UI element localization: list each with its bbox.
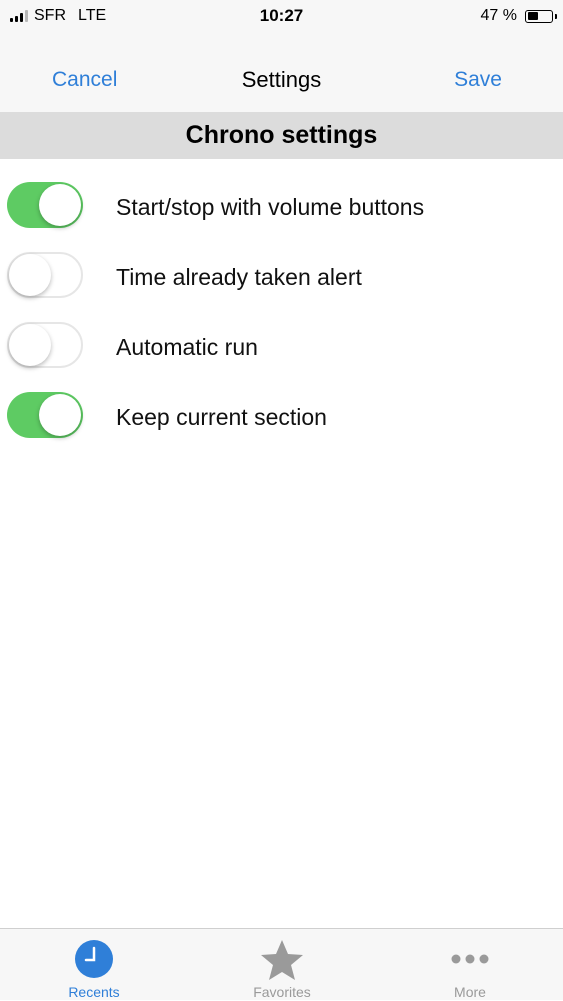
setting-label: Automatic run (116, 334, 258, 360)
toggle-knob (39, 184, 81, 226)
battery-fill (527, 12, 538, 20)
setting-label: Start/stop with volume buttons (116, 194, 425, 220)
clock-icon (75, 940, 113, 978)
setting-label: Keep current section (116, 404, 327, 430)
setting-row-volume-buttons: Start/stop with volume buttons (0, 159, 563, 229)
tab-favorites[interactable]: Favorites (188, 929, 376, 1001)
tab-label: More (454, 984, 486, 1000)
toggle-switch[interactable] (7, 392, 83, 438)
status-time: 10:27 (259, 6, 304, 25)
toggle-knob (39, 394, 81, 436)
toggle-knob (9, 254, 51, 296)
toggle-switch[interactable] (7, 182, 83, 228)
tab-recents[interactable]: Recents (0, 929, 188, 1001)
toggle-switch[interactable] (7, 252, 83, 298)
tab-label: Favorites (253, 984, 311, 1000)
setting-row-automatic-run: Automatic run (0, 299, 563, 369)
toggle-knob (9, 324, 51, 366)
tab-bar: Recents Favorites More (0, 928, 563, 1000)
status-right: 47 % (480, 7, 557, 25)
section-header: Chrono settings (0, 112, 563, 159)
navigation-bar: Cancel Settings Save (0, 34, 563, 112)
settings-list: Start/stop with volume buttons Time alre… (0, 159, 563, 439)
setting-label: Time already taken alert (116, 264, 362, 290)
more-dots-icon (451, 954, 489, 964)
setting-row-keep-current-section: Keep current section (0, 369, 563, 439)
tab-label: Recents (68, 984, 120, 1000)
star-icon (261, 940, 303, 980)
tab-more[interactable]: More (376, 929, 563, 1001)
toggle-switch[interactable] (7, 322, 83, 368)
battery-percentage: 47 % (480, 7, 517, 24)
setting-row-time-taken-alert: Time already taken alert (0, 229, 563, 299)
save-button[interactable]: Save (454, 68, 502, 92)
battery-icon (525, 9, 557, 23)
status-bar: SFR LTE 10:27 47 % (0, 0, 563, 34)
